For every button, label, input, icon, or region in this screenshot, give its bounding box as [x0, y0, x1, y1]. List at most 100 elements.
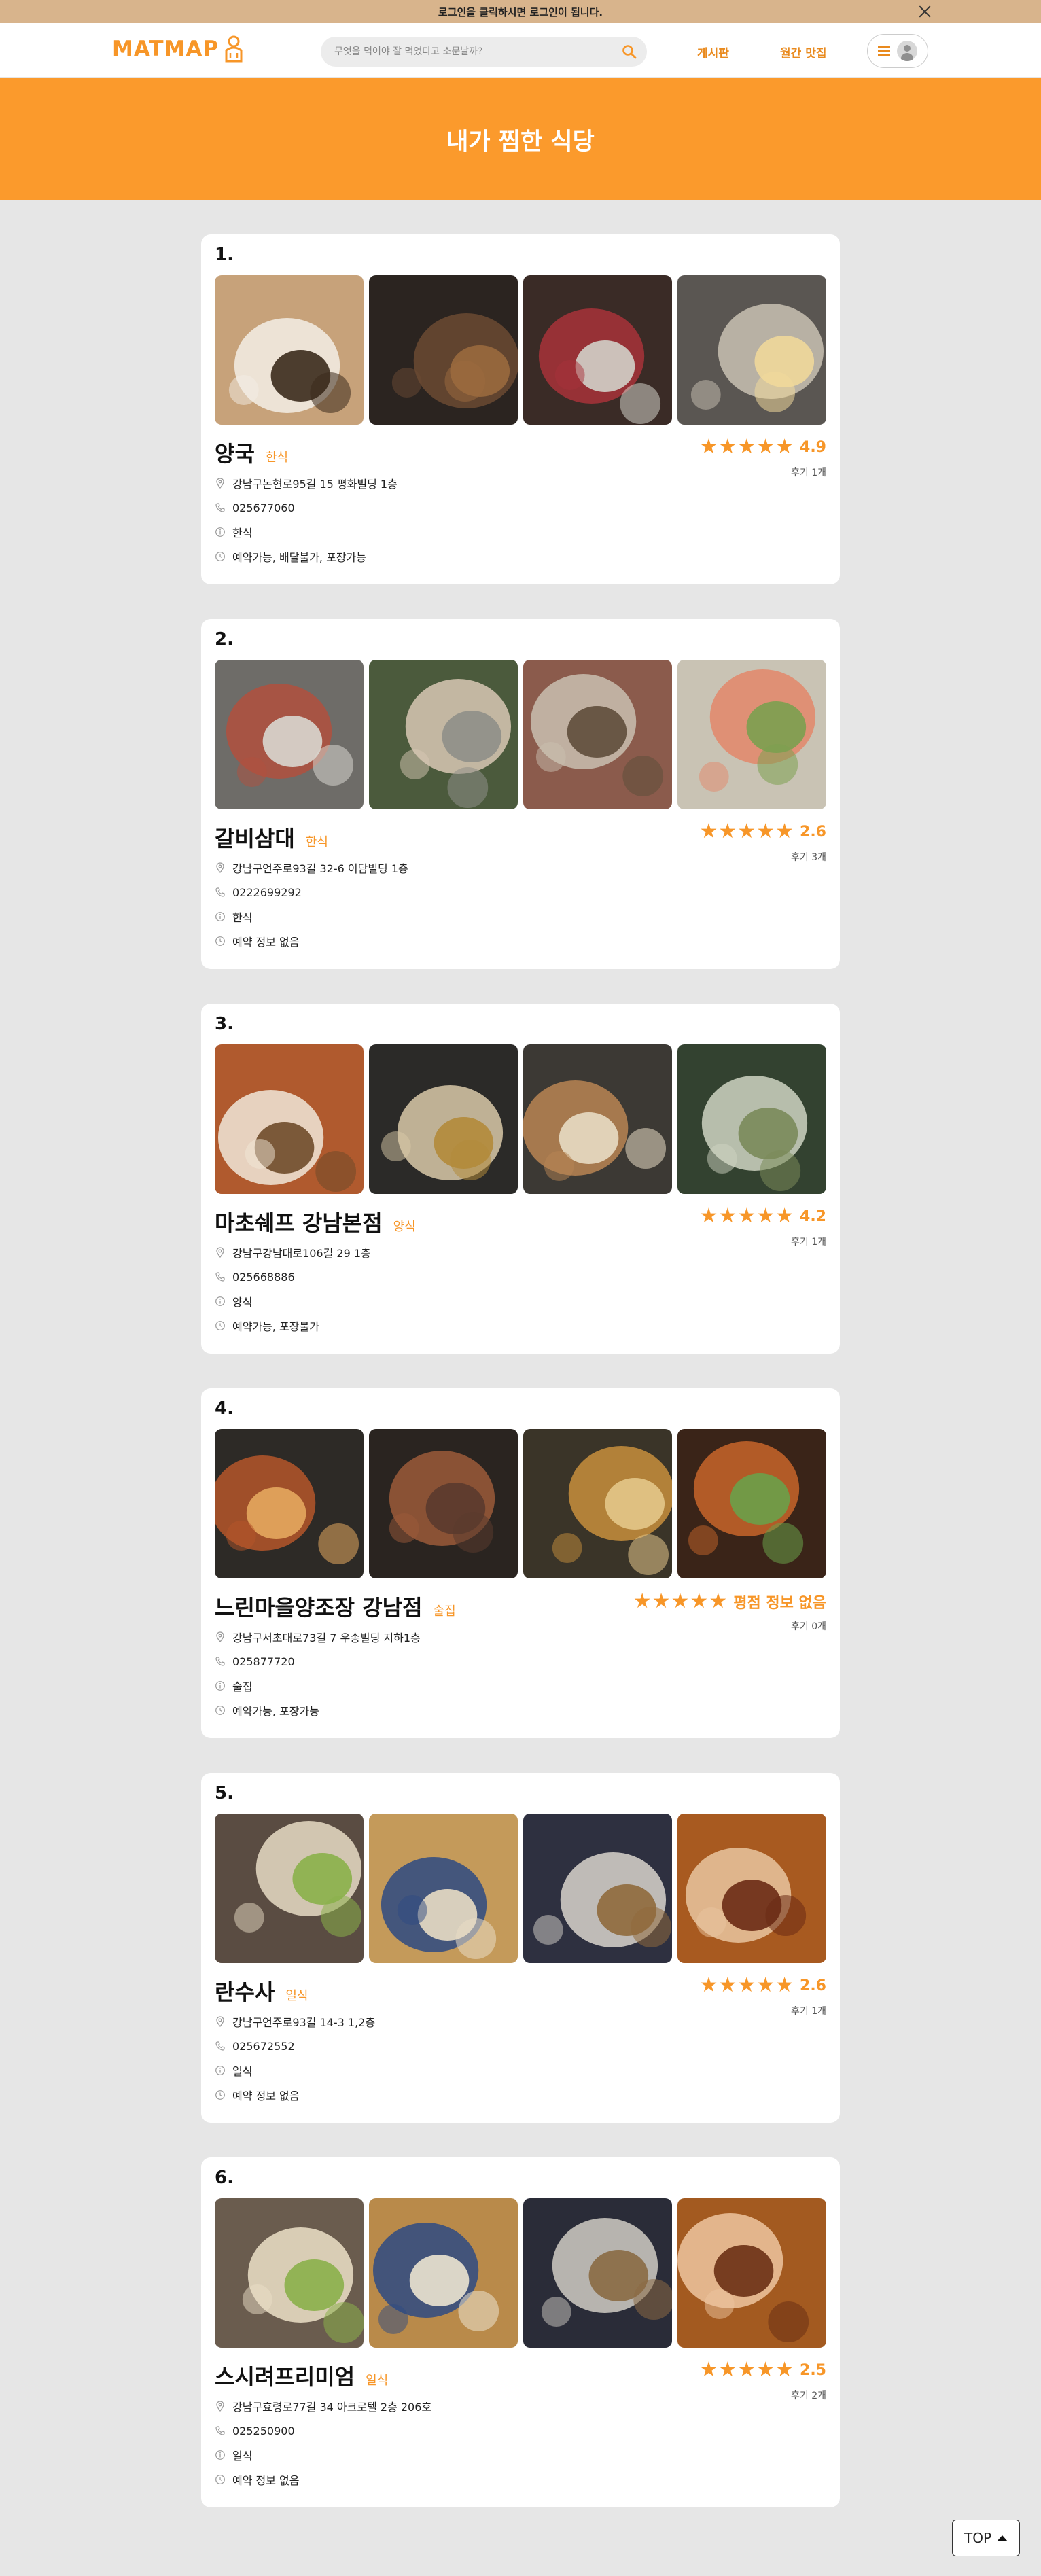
- food-photo[interactable]: [369, 275, 518, 425]
- address-text: 강남구언주로93길 14-3 1,2층: [232, 2016, 376, 2029]
- card-number: 3.: [215, 1014, 234, 1034]
- phone-icon: [215, 2425, 226, 2436]
- search-bar: [321, 37, 647, 67]
- card-number: 4.: [215, 1398, 234, 1419]
- map-person-icon: [225, 35, 243, 63]
- food-photo[interactable]: [677, 1044, 826, 1194]
- phone-line: 025677060: [215, 495, 398, 520]
- restaurant-name[interactable]: 양국: [215, 437, 255, 468]
- food-photo[interactable]: [677, 2198, 826, 2348]
- food-photo[interactable]: [523, 275, 672, 425]
- star-rating-icon: ★★★★★: [699, 819, 795, 843]
- rating-score: 2.6: [800, 1977, 826, 1994]
- address-text: 강남구효령로77길 34 아크로텔 2층 206호: [232, 2401, 432, 2414]
- food-photo[interactable]: [677, 660, 826, 809]
- food-photo[interactable]: [369, 660, 518, 809]
- restaurant-info: 강남구강남대로106길 29 1층 025668886 양식 예약가능, 포장불…: [215, 1240, 371, 1338]
- food-photo[interactable]: [523, 1429, 672, 1578]
- food-photo[interactable]: [369, 1044, 518, 1194]
- options-line: 예약가능, 포장가능: [215, 1698, 421, 1723]
- restaurant-category: 일식: [285, 1989, 308, 2003]
- avatar: [897, 41, 917, 61]
- logo[interactable]: MATMAP: [112, 35, 245, 63]
- card-number: 2.: [215, 629, 234, 650]
- phone-icon: [215, 2041, 226, 2051]
- restaurant-name[interactable]: 느린마을양조장 강남점: [215, 1591, 423, 1622]
- info-icon: [215, 2065, 226, 2076]
- info-icon: [215, 1296, 226, 1307]
- food-photo[interactable]: [523, 1814, 672, 1963]
- location-pin-icon: [215, 2401, 226, 2412]
- clock-icon: [215, 2089, 226, 2100]
- options-text: 예약가능, 포장가능: [232, 1705, 319, 1718]
- address-text: 강남구강남대로106길 29 1층: [232, 1247, 371, 1260]
- restaurant-card[interactable]: 2. 갈비삼대 한식 ★★★★★ 2.6 후기 3개 강남구언주로93길 32-…: [201, 619, 840, 969]
- food-type-line: 일식: [215, 2058, 375, 2083]
- options-text: 예약가능, 포장불가: [232, 1320, 319, 1333]
- food-photo[interactable]: [677, 1429, 826, 1578]
- restaurant-name[interactable]: 갈비삼대: [215, 822, 295, 853]
- nav-monthly-link[interactable]: 월간 맛집: [780, 43, 826, 60]
- restaurant-category: 일식: [366, 2374, 389, 2388]
- options-text: 예약가능, 배달불가, 포장가능: [232, 551, 366, 564]
- restaurant-name[interactable]: 스시려프리미엄: [215, 2360, 355, 2391]
- options-line: 예약 정보 없음: [215, 2467, 431, 2492]
- restaurant-info: 강남구효령로77길 34 아크로텔 2층 206호 025250900 일식 예…: [215, 2394, 431, 2492]
- food-type-text: 한식: [232, 527, 253, 540]
- scroll-top-label: TOP: [964, 2530, 992, 2546]
- location-pin-icon: [215, 862, 226, 873]
- food-photo[interactable]: [677, 1814, 826, 1963]
- search-input[interactable]: [334, 37, 606, 67]
- address-line: 강남구언주로93길 32-6 이담빌딩 1층: [215, 855, 408, 880]
- location-pin-icon: [215, 1247, 226, 1258]
- food-photo[interactable]: [523, 660, 672, 809]
- food-photo[interactable]: [523, 1044, 672, 1194]
- rating-score: 2.5: [800, 2361, 826, 2379]
- clock-icon: [215, 1320, 226, 1331]
- phone-line: 025877720: [215, 1649, 421, 1674]
- food-photo[interactable]: [215, 1044, 364, 1194]
- restaurant-name[interactable]: 마초쉐프 강남본점: [215, 1206, 383, 1237]
- restaurant-card[interactable]: 5. 란수사 일식 ★★★★★ 2.6 후기 1개 강남구언주로93길 14-3…: [201, 1773, 840, 2123]
- star-rating-icon: ★★★★★: [699, 2358, 795, 2382]
- food-photo[interactable]: [369, 1429, 518, 1578]
- food-photo[interactable]: [215, 2198, 364, 2348]
- rating-score: 2.6: [800, 823, 826, 841]
- options-text: 예약 정보 없음: [232, 936, 300, 949]
- restaurant-card[interactable]: 6. 스시려프리미엄 일식 ★★★★★ 2.5 후기 2개 강남구효령로77길 …: [201, 2157, 840, 2507]
- food-photo[interactable]: [677, 275, 826, 425]
- scroll-top-button[interactable]: TOP: [952, 2520, 1020, 2556]
- food-type-text: 일식: [232, 2450, 253, 2463]
- restaurant-card[interactable]: 4. 느린마을양조장 강남점 술집 ★★★★★ 평점 정보 없음 후기 0개 강…: [201, 1388, 840, 1738]
- star-rating-icon: ★★★★★: [699, 1973, 795, 1997]
- food-photo[interactable]: [215, 660, 364, 809]
- restaurant-card[interactable]: 1. 양국 한식 ★★★★★ 4.9 후기 1개 강남구논현로95길 15 평화…: [201, 234, 840, 584]
- location-pin-icon: [215, 2016, 226, 2027]
- address-text: 강남구언주로93길 32-6 이담빌딩 1층: [232, 862, 408, 875]
- address-text: 강남구논현로95길 15 평화빌딩 1층: [232, 478, 398, 491]
- review-count: 후기 3개: [791, 852, 826, 863]
- user-menu-button[interactable]: [867, 34, 928, 68]
- food-photo[interactable]: [215, 275, 364, 425]
- photo-row: [215, 275, 826, 425]
- clock-icon: [215, 1705, 226, 1716]
- food-photo[interactable]: [215, 1814, 364, 1963]
- phone-text: 025250900: [232, 2424, 295, 2437]
- restaurant-card[interactable]: 3. 마초쉐프 강남본점 양식 ★★★★★ 4.2 후기 1개 강남구강남대로1…: [201, 1004, 840, 1354]
- food-photo[interactable]: [369, 1814, 518, 1963]
- hamburger-icon: [878, 46, 890, 56]
- close-icon[interactable]: [917, 4, 932, 19]
- food-photo[interactable]: [523, 2198, 672, 2348]
- star-rating-icon: ★★★★★: [633, 1589, 728, 1613]
- phone-text: 025668886: [232, 1270, 295, 1284]
- page-banner: 내가 찜한 식당: [0, 78, 1041, 200]
- info-icon: [215, 911, 226, 922]
- nav-board-link[interactable]: 게시판: [697, 43, 729, 60]
- options-text: 예약 정보 없음: [232, 2089, 300, 2102]
- food-photo[interactable]: [215, 1429, 364, 1578]
- location-pin-icon: [215, 1631, 226, 1642]
- search-icon[interactable]: [621, 43, 637, 60]
- phone-line: 025250900: [215, 2418, 431, 2443]
- food-photo[interactable]: [369, 2198, 518, 2348]
- restaurant-name[interactable]: 란수사: [215, 1975, 275, 2007]
